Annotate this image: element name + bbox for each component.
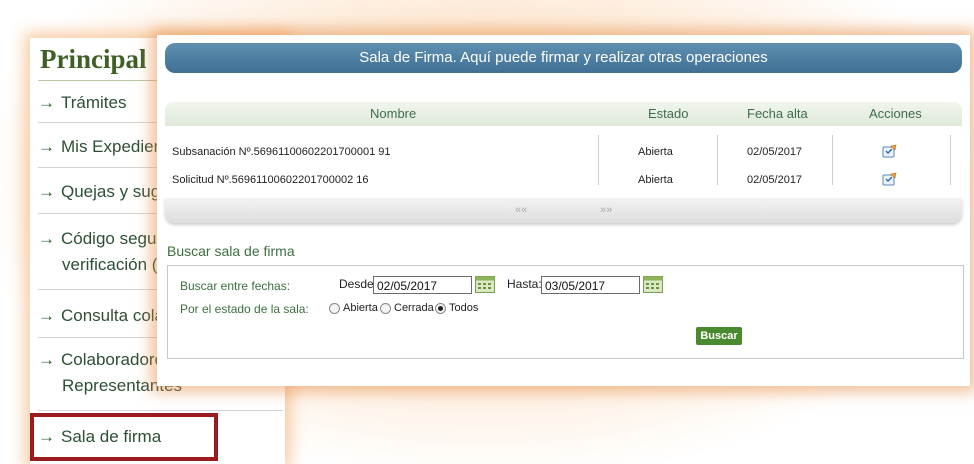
radio-abierta-label: Abierta	[343, 302, 378, 314]
buscar-button[interactable]: Buscar	[696, 327, 742, 345]
radio-todos-label: Todos	[449, 302, 479, 314]
nav-divider	[38, 410, 283, 411]
hasta-date-input[interactable]: 03/05/2017	[541, 276, 640, 294]
table-header: Nombre Estado Fecha alta Acciones	[165, 102, 962, 126]
calendar-icon[interactable]	[475, 276, 495, 293]
table-row[interactable]: Subsanación Nº.56961100602201700001 91 A…	[169, 141, 957, 163]
edit-icon[interactable]	[882, 172, 898, 186]
nav-title: Principal	[40, 44, 147, 74]
dialog-header: Sala de Firma. Aquí puede firmar y reali…	[165, 43, 962, 73]
hasta-label: Hasta:	[507, 277, 542, 291]
cell-nombre: Subsanación Nº.56961100602201700001 91	[172, 146, 391, 158]
arrow-right-icon: →	[38, 182, 55, 201]
column-header-estado[interactable]: Estado	[648, 102, 688, 126]
sala-de-firma-dialog: Sala de Firma. Aquí puede firmar y reali…	[157, 35, 970, 386]
desde-label: Desde:	[339, 277, 378, 291]
column-header-nombre[interactable]: Nombre	[370, 102, 416, 126]
nav-item-quejas[interactable]: → Quejas y sug	[38, 179, 160, 205]
arrow-right-icon: →	[38, 306, 55, 325]
active-item-highlight	[30, 413, 218, 461]
arrow-right-icon: →	[38, 93, 55, 112]
nav-item-codigo-seguro[interactable]: → Código segur verificación (	[38, 226, 162, 278]
arrow-right-icon: →	[38, 137, 55, 156]
arrow-right-icon: →	[38, 350, 55, 369]
search-section-title: Buscar sala de firma	[167, 243, 295, 259]
dates-label: Buscar entre fechas:	[180, 279, 291, 293]
table-pager: «« »»	[165, 198, 962, 223]
column-header-acciones: Acciones	[869, 106, 922, 121]
table-row[interactable]: Solicitud Nº.56961100602201700002 16 Abi…	[169, 169, 957, 191]
nav-item-consulta[interactable]: → Consulta cola	[38, 303, 164, 329]
cell-estado: Abierta	[638, 174, 673, 186]
radio-abierta[interactable]	[329, 303, 340, 314]
nav-item-label-continued: verificación (	[62, 255, 158, 274]
desde-date-input[interactable]: 02/05/2017	[373, 276, 472, 294]
pager-prev-button[interactable]: ««	[515, 198, 527, 223]
calendar-icon[interactable]	[643, 276, 663, 293]
nav-item-label: Quejas y sug	[61, 182, 161, 201]
radio-todos[interactable]	[435, 303, 446, 314]
nav-item-label: Colaboradore	[61, 350, 165, 369]
radio-cerrada-label: Cerrada	[394, 302, 434, 314]
nav-item-label: Código segur	[61, 229, 163, 248]
nav-item-mis-expedientes[interactable]: → Mis Expedien	[38, 134, 163, 160]
search-form: Buscar entre fechas: Desde: 02/05/2017 H…	[167, 265, 964, 359]
arrow-right-icon: →	[38, 229, 55, 248]
pager-next-button[interactable]: »»	[600, 198, 612, 223]
edit-icon[interactable]	[882, 144, 898, 158]
cell-fecha: 02/05/2017	[747, 146, 803, 158]
column-header-fecha-alta[interactable]: Fecha alta	[747, 102, 808, 126]
nav-item-label: Consulta cola	[61, 306, 165, 325]
state-label: Por el estado de la sala:	[180, 302, 309, 316]
radio-cerrada[interactable]	[380, 303, 391, 314]
nav-item-label: Trámites	[61, 93, 127, 112]
cell-estado: Abierta	[638, 146, 673, 158]
cell-fecha: 02/05/2017	[747, 174, 803, 186]
nav-item-tramites[interactable]: → Trámites	[38, 90, 127, 116]
cell-nombre: Solicitud Nº.56961100602201700002 16	[172, 174, 369, 186]
nav-item-label: Mis Expedien	[61, 137, 164, 156]
